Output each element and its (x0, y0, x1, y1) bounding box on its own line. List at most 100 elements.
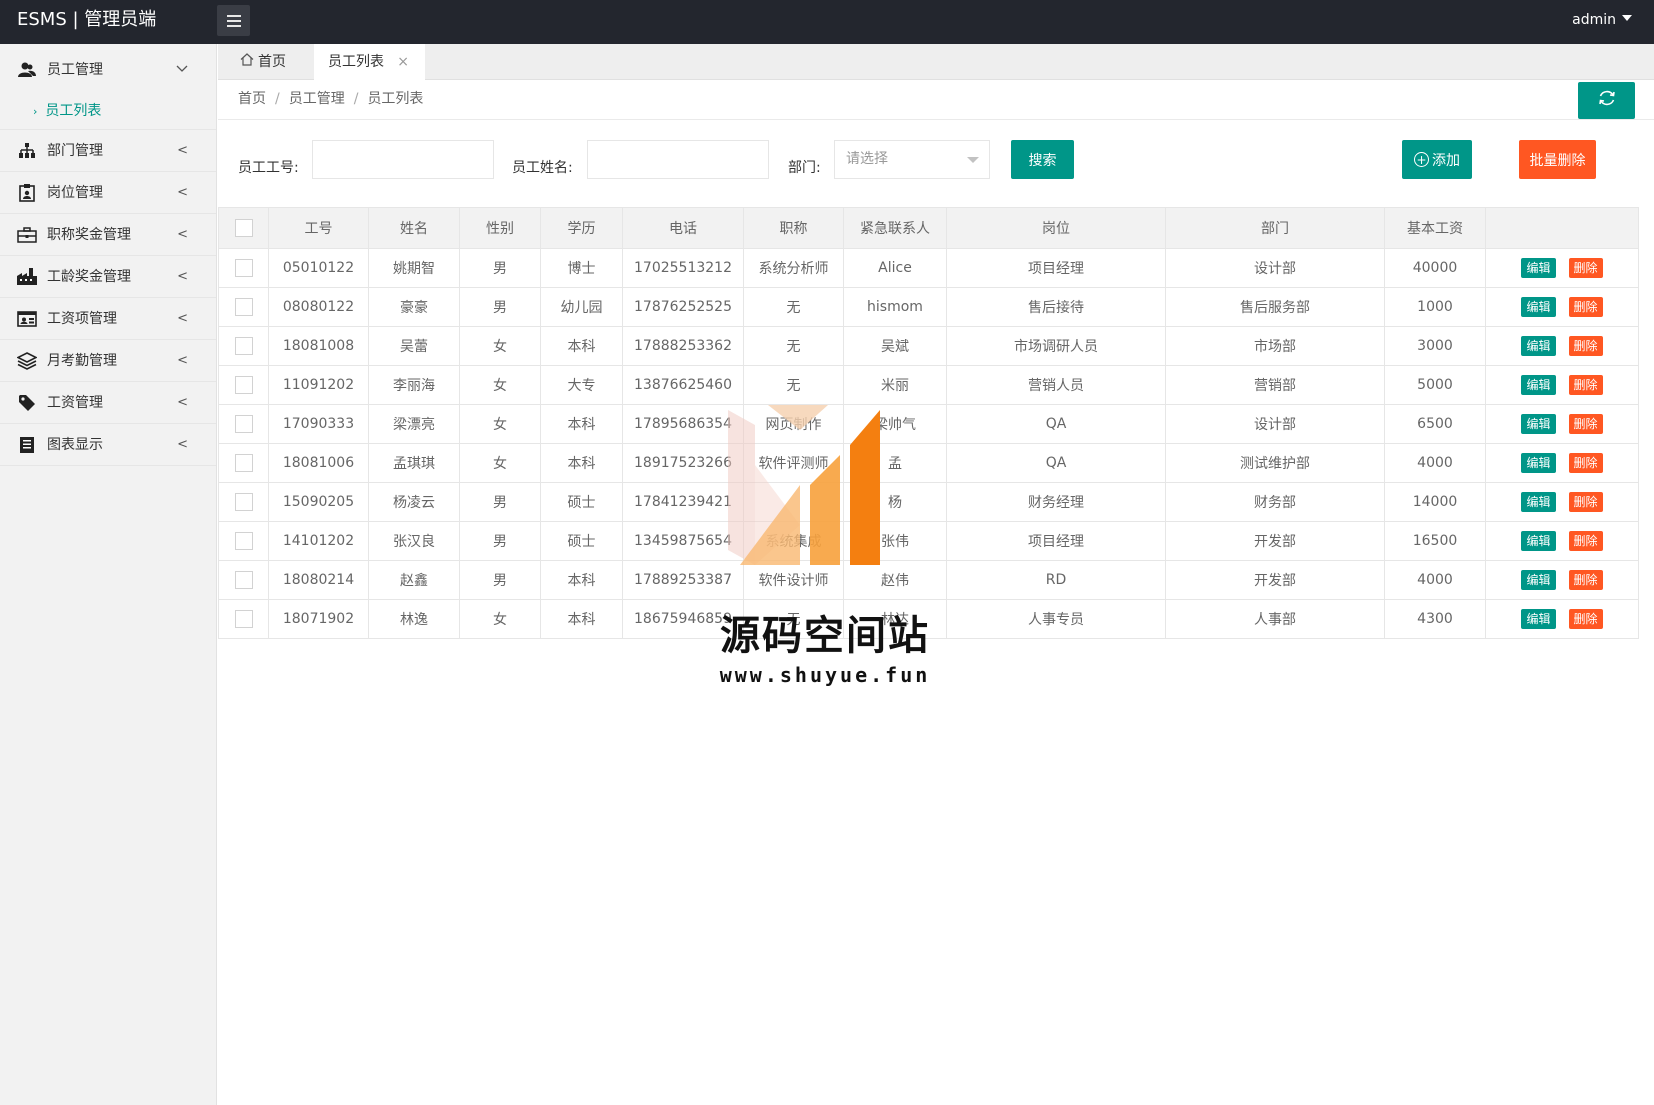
delete-button[interactable]: 删除 (1568, 453, 1603, 473)
select-all-checkbox[interactable] (234, 219, 253, 237)
sitemap-icon (17, 141, 37, 161)
chevron-down-icon (176, 44, 188, 96)
row-actions: 编辑 删除 (1485, 482, 1639, 522)
column-header: 基本工资 (1384, 207, 1486, 249)
row-checkbox[interactable] (234, 610, 253, 628)
edit-button[interactable]: 编辑 (1521, 375, 1556, 395)
sidebar-item-department[interactable]: 部门管理 < (0, 130, 216, 172)
column-header: 紧急联系人 (843, 207, 947, 249)
table-cell: 项目经理 (946, 521, 1166, 561)
hamburger-icon (226, 14, 241, 17)
delete-button[interactable]: 删除 (1568, 414, 1603, 434)
sidebar: 员工管理 › 员工列表 部门管理 < 岗位管理 < 职称奖金管理 < 工龄奖金管理… (0, 44, 217, 1105)
edit-button[interactable]: 编辑 (1521, 609, 1556, 629)
user-menu[interactable]: admin (1572, 0, 1632, 40)
edit-button[interactable]: 编辑 (1521, 531, 1556, 551)
tab-employee-list[interactable]: 员工列表 × (314, 44, 425, 80)
factory-icon (17, 267, 37, 287)
plus-circle-icon: + (1414, 152, 1429, 167)
table-cell: QA (946, 404, 1166, 444)
tab-home[interactable]: 首页 (240, 44, 300, 80)
search-button[interactable]: 搜索 (1011, 140, 1074, 179)
department-select[interactable]: 请选择 (834, 140, 990, 179)
delete-button[interactable]: 删除 (1568, 492, 1603, 512)
sidebar-item-employee[interactable]: 员工管理 (0, 44, 216, 96)
sidebar-item-salary[interactable]: 工资管理 < (0, 382, 216, 424)
table-row: 18071902 林逸女本科 18675946859 无林达 人事专员 人事部 4300 编辑… (218, 599, 1639, 639)
breadcrumb-item[interactable]: 员工管理 (289, 91, 345, 107)
table-cell: 14101202 (268, 521, 369, 561)
chevron-left-icon: < (177, 436, 188, 452)
row-actions: 编辑 删除 (1485, 287, 1639, 327)
table-cell: 杨凌云 (368, 482, 460, 522)
badge-icon (17, 183, 37, 203)
row-checkbox[interactable] (234, 298, 253, 316)
search-form: 员工工号: 员工姓名: 部门: 请选择 搜索 + 添加 批量删除 (218, 120, 1654, 207)
chevron-left-icon: < (177, 352, 188, 368)
table-cell: 系统集成 (743, 521, 844, 561)
chevron-left-icon: < (177, 310, 188, 326)
column-header: 工号 (268, 207, 369, 249)
table-cell: 姚期智 (368, 248, 460, 288)
edit-button[interactable]: 编辑 (1521, 453, 1556, 473)
table-row: 18081006 孟琪琪女本科 18917523266 软件评测师孟 QA 测试维护部 40… (218, 443, 1639, 483)
table-cell: 人事专员 (946, 599, 1166, 639)
chevron-left-icon: < (177, 394, 188, 410)
edit-button[interactable]: 编辑 (1521, 492, 1556, 512)
table-cell: 张伟 (843, 521, 947, 561)
sidebar-item-title-bonus[interactable]: 职称奖金管理 < (0, 214, 216, 256)
table-cell: 4300 (1384, 599, 1486, 639)
batch-delete-button[interactable]: 批量删除 (1519, 140, 1596, 179)
sidebar-item-charts[interactable]: 图表显示 < (0, 424, 216, 466)
breadcrumb-item: 员工列表 (367, 91, 424, 107)
table-cell: 孟琪琪 (368, 443, 460, 483)
table-cell: 女 (459, 443, 541, 483)
table-cell: 女 (459, 404, 541, 444)
employee-id-label: 员工工号: (238, 160, 299, 176)
delete-button[interactable]: 删除 (1568, 258, 1603, 278)
edit-button[interactable]: 编辑 (1521, 297, 1556, 317)
row-checkbox[interactable] (234, 454, 253, 472)
sidebar-item-seniority-bonus[interactable]: 工龄奖金管理 < (0, 256, 216, 298)
table-cell: 18071902 (268, 599, 369, 639)
table-cell: 设计部 (1165, 404, 1385, 444)
refresh-button[interactable] (1578, 82, 1635, 119)
row-checkbox[interactable] (234, 376, 253, 394)
edit-button[interactable]: 编辑 (1521, 414, 1556, 434)
employee-id-input[interactable] (312, 140, 494, 179)
row-checkbox[interactable] (234, 415, 253, 433)
table-cell: 硕士 (540, 521, 623, 561)
sidebar-item-attendance[interactable]: 月考勤管理 < (0, 340, 216, 382)
breadcrumb-item[interactable]: 首页 (238, 91, 266, 107)
table-cell: 无 (743, 287, 844, 327)
delete-button[interactable]: 删除 (1568, 375, 1603, 395)
row-checkbox[interactable] (234, 532, 253, 550)
edit-button[interactable]: 编辑 (1521, 570, 1556, 590)
sidebar-item-position[interactable]: 岗位管理 < (0, 172, 216, 214)
table-row: 11091202 李丽海女大专 13876625460 无米丽 营销人员 营销部 5000 编… (218, 365, 1639, 405)
table-cell: 系统分析师 (743, 248, 844, 288)
delete-button[interactable]: 删除 (1568, 297, 1603, 317)
row-checkbox[interactable] (234, 571, 253, 589)
row-checkbox[interactable] (234, 337, 253, 355)
delete-button[interactable]: 删除 (1568, 609, 1603, 629)
table-cell: hismom (843, 287, 947, 327)
add-button[interactable]: + 添加 (1402, 140, 1472, 179)
table-cell: 18081006 (268, 443, 369, 483)
table-row: 05010122 姚期智男博士 17025513212 系统分析师 Alice 项目经理设… (218, 248, 1639, 288)
employee-name-input[interactable] (587, 140, 769, 179)
sidebar-item-salary-items[interactable]: 工资项管理 < (0, 298, 216, 340)
close-icon[interactable]: × (397, 44, 409, 80)
sidebar-item-employee-list[interactable]: › 员工列表 (0, 96, 216, 130)
edit-button[interactable]: 编辑 (1521, 258, 1556, 278)
delete-button[interactable]: 删除 (1568, 570, 1603, 590)
table-body: 05010122 姚期智男博士 17025513212 系统分析师 Alice 项目经理设… (218, 248, 1639, 639)
column-header: 姓名 (368, 207, 460, 249)
row-checkbox[interactable] (234, 493, 253, 511)
edit-button[interactable]: 编辑 (1521, 336, 1556, 356)
menu-toggle-button[interactable] (217, 5, 250, 36)
delete-button[interactable]: 删除 (1568, 531, 1603, 551)
row-checkbox[interactable] (234, 259, 253, 277)
table-cell: 无 (743, 365, 844, 405)
delete-button[interactable]: 删除 (1568, 336, 1603, 356)
